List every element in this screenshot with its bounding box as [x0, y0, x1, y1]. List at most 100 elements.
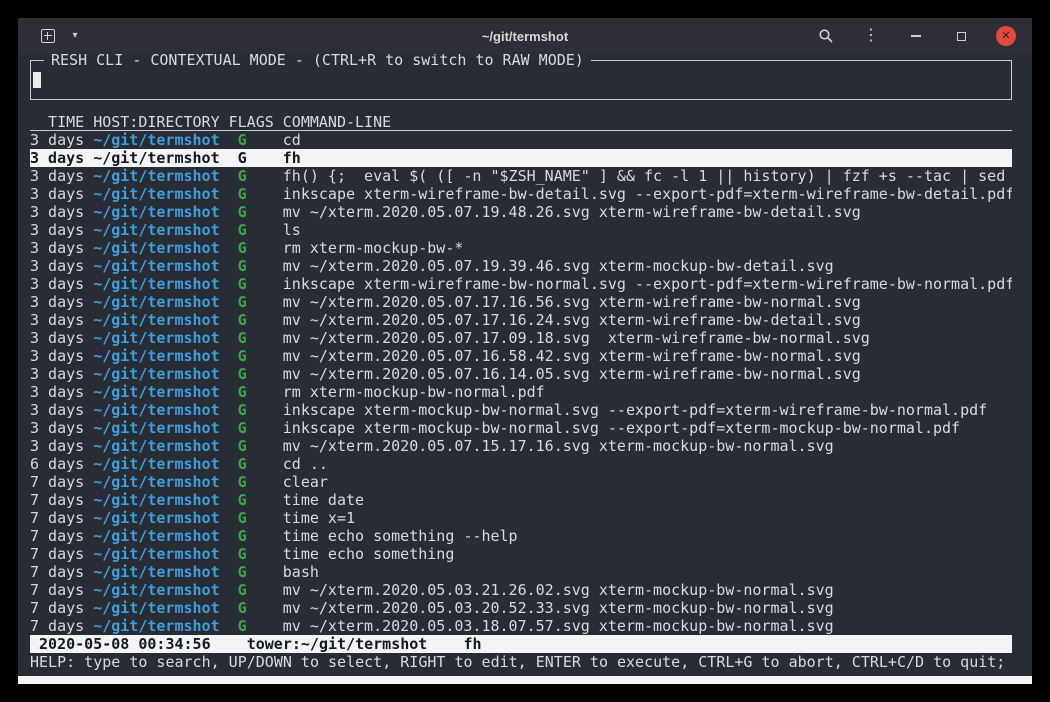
history-row[interactable]: 7 days ~/git/termshot G time echo someth…: [30, 527, 1012, 545]
resh-search-box: RESH CLI - CONTEXTUAL MODE - (CTRL+R to …: [30, 60, 1012, 100]
row-flags: G: [238, 185, 247, 203]
row-command: rm xterm-mockup-bw-normal.pdf: [283, 383, 1012, 401]
history-row[interactable]: 3 days ~/git/termshot G inkscape xterm-m…: [30, 419, 1012, 437]
history-row[interactable]: 3 days ~/git/termshot G mv ~/xterm.2020.…: [30, 365, 1012, 383]
history-row[interactable]: 7 days ~/git/termshot G mv ~/xterm.2020.…: [30, 599, 1012, 617]
close-icon: ✕: [1001, 31, 1010, 42]
row-host-directory: ~/git/termshot: [93, 401, 219, 419]
row-time: 7 days: [30, 491, 84, 509]
row-flags: G: [238, 437, 247, 455]
row-command: time echo something --help: [283, 527, 1012, 545]
bottom-strip: [18, 676, 1032, 684]
row-time: 3 days: [30, 167, 84, 185]
header-host-directory: HOST:DIRECTORY: [93, 113, 219, 130]
history-row[interactable]: 3 days ~/git/termshot G mv ~/xterm.2020.…: [30, 437, 1012, 455]
row-host-directory: ~/git/termshot: [93, 365, 219, 383]
history-row[interactable]: 7 days ~/git/termshot G mv ~/xterm.2020.…: [30, 617, 1012, 635]
row-time: 3 days: [30, 347, 84, 365]
row-host-directory: ~/git/termshot: [93, 581, 219, 599]
row-time: 6 days: [30, 455, 84, 473]
history-row[interactable]: 3 days ~/git/termshot G mv ~/xterm.2020.…: [30, 203, 1012, 221]
row-host-directory: ~/git/termshot: [93, 563, 219, 581]
history-row[interactable]: 7 days ~/git/termshot G mv ~/xterm.2020.…: [30, 581, 1012, 599]
row-command: mv ~/xterm.2020.05.07.19.39.46.svg xterm…: [283, 257, 1012, 275]
row-command: mv ~/xterm.2020.05.07.16.58.42.svg xterm…: [283, 347, 1012, 365]
terminal-window: ▾ ~/git/termshot ⋮ ✕: [18, 18, 1032, 684]
row-host-directory: ~/git/termshot: [93, 329, 219, 347]
row-flags: G: [238, 203, 247, 221]
row-command: mv ~/xterm.2020.05.07.17.16.56.svg xterm…: [283, 293, 1012, 311]
help-line: HELP: type to search, UP/DOWN to select,…: [30, 653, 1012, 671]
row-time: 7 days: [30, 581, 84, 599]
row-host-directory: ~/git/termshot: [93, 257, 219, 275]
row-time: 3 days: [30, 221, 84, 239]
titlebar-right-controls: ⋮ ✕: [816, 26, 1016, 46]
close-button[interactable]: ✕: [996, 26, 1016, 46]
row-command: inkscape xterm-wireframe-bw-detail.svg -…: [283, 185, 1012, 203]
text-cursor: [33, 72, 41, 88]
history-rows: 3 days ~/git/termshot G cd 3 days ~/git/…: [30, 131, 1012, 635]
row-flags: G: [238, 329, 247, 347]
row-flags: G: [238, 545, 247, 563]
history-row[interactable]: 3 days ~/git/termshot G rm xterm-mockup-…: [30, 239, 1012, 257]
row-flags: G: [238, 365, 247, 383]
row-flags: G: [238, 527, 247, 545]
history-row[interactable]: 7 days ~/git/termshot G time date: [30, 491, 1012, 509]
history-row[interactable]: 3 days ~/git/termshot G cd: [30, 131, 1012, 149]
row-host-directory: ~/git/termshot: [93, 455, 219, 473]
tab-dropdown-button[interactable]: ▾: [65, 26, 85, 46]
row-flags: G: [238, 419, 247, 437]
row-flags: G: [238, 131, 247, 149]
row-time: 3 days: [30, 437, 84, 455]
row-time: 7 days: [30, 563, 84, 581]
row-time: 7 days: [30, 473, 84, 491]
history-row[interactable]: 3 days ~/git/termshot G mv ~/xterm.2020.…: [30, 293, 1012, 311]
history-row[interactable]: 3 days ~/git/termshot G mv ~/xterm.2020.…: [30, 311, 1012, 329]
new-tab-button[interactable]: [38, 26, 58, 46]
row-time: 7 days: [30, 617, 84, 635]
status-host-directory: tower:~/git/termshot: [247, 635, 428, 653]
row-command: fh() {; eval $( ([ -n "$ZSH_NAME" ] && f…: [283, 167, 1012, 185]
terminal-screen[interactable]: RESH CLI - CONTEXTUAL MODE - (CTRL+R to …: [18, 54, 1032, 684]
menu-button[interactable]: ⋮: [861, 26, 881, 46]
history-row[interactable]: 3 days ~/git/termshot G inkscape xterm-m…: [30, 401, 1012, 419]
row-command: cd ..: [283, 455, 1012, 473]
history-row[interactable]: 7 days ~/git/termshot G clear: [30, 473, 1012, 491]
row-time: 3 days: [30, 293, 84, 311]
history-row[interactable]: 6 days ~/git/termshot G cd ..: [30, 455, 1012, 473]
search-icon: [818, 28, 834, 44]
history-row[interactable]: 3 days ~/git/termshot G mv ~/xterm.2020.…: [30, 329, 1012, 347]
row-time: 7 days: [30, 527, 84, 545]
history-row[interactable]: 7 days ~/git/termshot G time x=1: [30, 509, 1012, 527]
history-row[interactable]: 3 days ~/git/termshot G ls: [30, 221, 1012, 239]
history-row[interactable]: 3 days ~/git/termshot G fh: [30, 149, 1012, 167]
search-button[interactable]: [816, 26, 836, 46]
history-row[interactable]: 3 days ~/git/termshot G mv ~/xterm.2020.…: [30, 347, 1012, 365]
row-flags: G: [238, 347, 247, 365]
row-time: 7 days: [30, 545, 84, 563]
minimize-button[interactable]: [906, 26, 926, 46]
history-table-header: TIME HOST:DIRECTORY FLAGS COMMAND-LINE: [30, 113, 1012, 131]
history-row[interactable]: 3 days ~/git/termshot G rm xterm-mockup-…: [30, 383, 1012, 401]
history-row[interactable]: 7 days ~/git/termshot G time echo someth…: [30, 545, 1012, 563]
row-time: 3 days: [30, 419, 84, 437]
history-row[interactable]: 3 days ~/git/termshot G mv ~/xterm.2020.…: [30, 257, 1012, 275]
row-time: 3 days: [30, 131, 84, 149]
row-host-directory: ~/git/termshot: [93, 293, 219, 311]
row-command: mv ~/xterm.2020.05.07.17.16.24.svg xterm…: [283, 311, 1012, 329]
restore-button[interactable]: [951, 26, 971, 46]
row-command: inkscape xterm-mockup-bw-normal.svg --ex…: [283, 401, 1012, 419]
row-host-directory: ~/git/termshot: [93, 167, 219, 185]
history-row[interactable]: 3 days ~/git/termshot G fh() {; eval $( …: [30, 167, 1012, 185]
row-command: rm xterm-mockup-bw-*: [283, 239, 1012, 257]
titlebar-left-controls: ▾: [38, 26, 85, 46]
row-flags: G: [238, 221, 247, 239]
history-row[interactable]: 3 days ~/git/termshot G inkscape xterm-w…: [30, 275, 1012, 293]
chevron-down-icon: ▾: [72, 31, 77, 41]
row-host-directory: ~/git/termshot: [93, 617, 219, 635]
history-row[interactable]: 7 days ~/git/termshot G bash: [30, 563, 1012, 581]
row-flags: G: [238, 491, 247, 509]
history-row[interactable]: 3 days ~/git/termshot G inkscape xterm-w…: [30, 185, 1012, 203]
row-time: 3 days: [30, 365, 84, 383]
row-host-directory: ~/git/termshot: [93, 275, 219, 293]
